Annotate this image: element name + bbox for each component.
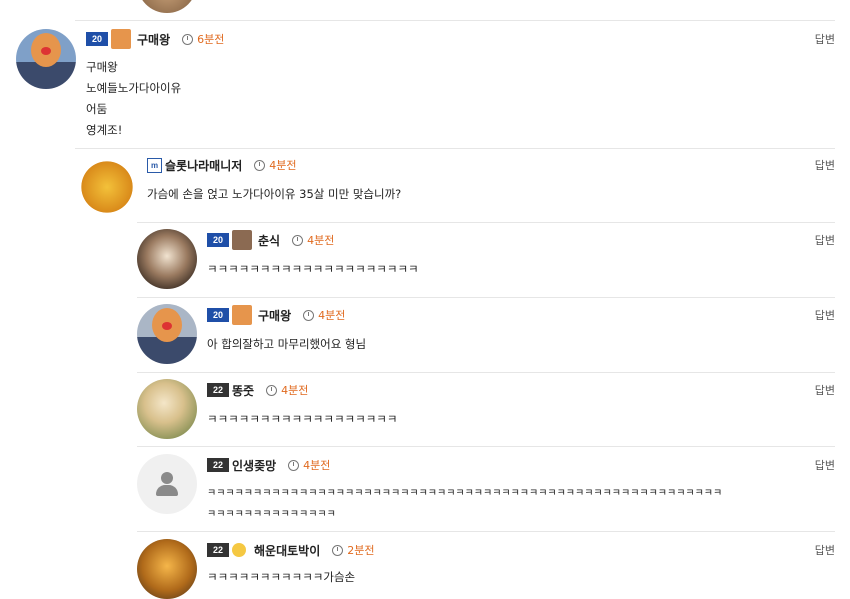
avatar[interactable] — [137, 539, 197, 599]
comment-line: ㅋㅋㅋㅋㅋㅋㅋㅋㅋㅋㅋㅋㅋㅋ — [207, 509, 336, 520]
divider — [137, 531, 835, 532]
clock-icon — [182, 33, 194, 45]
reply-button[interactable]: 답변 — [815, 307, 835, 323]
comment-line: ㅋㅋㅋㅋㅋㅋㅋㅋㅋㅋㅋㅋㅋㅋㅋㅋㅋㅋㅋㅋㅋㅋㅋㅋㅋㅋㅋㅋㅋㅋㅋㅋㅋㅋㅋㅋㅋㅋㅋㅋ… — [207, 488, 723, 499]
emoji-icon — [232, 543, 246, 557]
level-badge: 22 — [207, 543, 229, 557]
divider — [137, 297, 835, 298]
avatar[interactable] — [77, 157, 137, 217]
timestamp: 4분전 — [303, 459, 331, 472]
level-badge: 22 — [207, 458, 229, 472]
level-badge: 20 — [86, 32, 108, 46]
avatar[interactable] — [137, 304, 197, 364]
divider — [75, 20, 835, 21]
divider — [75, 148, 835, 149]
comment-body: 구매왕 노예들노가다아이유 어둠 영계조! — [86, 57, 181, 141]
reply-button[interactable]: 답변 — [815, 157, 835, 173]
clock-icon — [254, 159, 266, 171]
mini-avatar — [111, 29, 131, 49]
clock-icon — [332, 544, 344, 556]
timestamp: 2분전 — [347, 544, 375, 557]
divider — [137, 446, 835, 447]
reply-button[interactable]: 답변 — [815, 31, 835, 47]
comment-body: ㅋㅋㅋㅋㅋㅋㅋㅋㅋㅋㅋ가슴손 — [207, 567, 355, 588]
timestamp: 6분전 — [197, 33, 225, 46]
avatar[interactable] — [137, 379, 197, 439]
comment-meta: m 슬롯나라매니저 4분전 — [147, 156, 297, 174]
comment-meta: 20 춘식 4분전 — [207, 230, 335, 250]
level-badge: 20 — [207, 308, 229, 322]
comment-line: 아 합의잘하고 마무리했어요 형님 — [207, 337, 367, 351]
timestamp: 4분전 — [318, 309, 346, 322]
divider — [137, 222, 835, 223]
level-badge: 20 — [207, 233, 229, 247]
comment-body: ㅋㅋㅋㅋㅋㅋㅋㅋㅋㅋㅋㅋㅋㅋㅋㅋㅋㅋㅋㅋㅋㅋㅋㅋㅋㅋㅋㅋㅋㅋㅋㅋㅋㅋㅋㅋㅋㅋㅋㅋ… — [207, 483, 835, 525]
comment-line: ㅋㅋㅋㅋㅋㅋㅋㅋㅋㅋㅋㅋㅋㅋㅋㅋㅋㅋ — [207, 412, 398, 426]
comment-meta: 22 해운대토박이 2분전 — [207, 541, 375, 559]
comment-body: 아 합의잘하고 마무리했어요 형님 — [207, 334, 366, 355]
clock-icon — [303, 309, 315, 321]
nickname[interactable]: 해운대토박이 — [254, 542, 320, 559]
comment-line: 가슴에 손을 얹고 노가다아이유 35살 미만 맞습니까? — [147, 187, 402, 201]
comment-meta: 22 똥줏 4분전 — [207, 381, 308, 399]
manager-badge: m — [147, 157, 162, 173]
mini-avatar — [232, 305, 252, 325]
avatar[interactable] — [16, 29, 76, 89]
reply-button[interactable]: 답변 — [815, 382, 835, 398]
divider — [137, 372, 835, 373]
comment-line: 구매왕 — [86, 60, 118, 74]
comment-line: ㅋㅋㅋㅋㅋㅋㅋㅋㅋㅋㅋㅋㅋㅋㅋㅋㅋㅋㅋㅋ — [207, 262, 419, 276]
timestamp: 4분전 — [307, 234, 335, 247]
level-badge: 22 — [207, 383, 229, 397]
comment-meta: 20 구매왕 6분전 — [86, 29, 225, 49]
comment-body: 가슴에 손을 얹고 노가다아이유 35살 미만 맞습니까? — [147, 184, 401, 205]
comment-line: 어둠 — [86, 102, 108, 116]
reply-button[interactable]: 답변 — [815, 457, 835, 473]
nickname[interactable]: 슬롯나라매니저 — [165, 157, 242, 174]
comment-line: ㅋㅋㅋㅋㅋㅋㅋㅋㅋㅋㅋ가슴손 — [207, 570, 356, 584]
nickname[interactable]: 인생좆망 — [232, 457, 276, 474]
comment-body: ㅋㅋㅋㅋㅋㅋㅋㅋㅋㅋㅋㅋㅋㅋㅋㅋㅋㅋ — [207, 409, 397, 430]
clock-icon — [292, 234, 304, 246]
nickname[interactable]: 똥줏 — [232, 382, 254, 399]
timestamp: 4분전 — [269, 159, 297, 172]
reply-button[interactable]: 답변 — [815, 232, 835, 248]
mini-avatar — [232, 230, 252, 250]
nickname[interactable]: 춘식 — [258, 232, 280, 249]
reply-button[interactable]: 답변 — [815, 542, 835, 558]
avatar[interactable] — [137, 229, 197, 289]
comment-body: ㅋㅋㅋㅋㅋㅋㅋㅋㅋㅋㅋㅋㅋㅋㅋㅋㅋㅋㅋㅋ — [207, 259, 419, 280]
clock-icon — [266, 384, 278, 396]
avatar[interactable] — [137, 0, 197, 13]
user-silhouette-icon[interactable] — [137, 454, 197, 514]
comment-line: 영계조! — [86, 123, 123, 137]
comment-meta: 20 구매왕 4분전 — [207, 305, 346, 325]
comment-meta: 22 인생좆망 4분전 — [207, 456, 330, 474]
comment-line: 노예들노가다아이유 — [86, 81, 182, 95]
timestamp: 4분전 — [281, 384, 309, 397]
clock-icon — [288, 459, 300, 471]
nickname[interactable]: 구매왕 — [258, 307, 291, 324]
nickname[interactable]: 구매왕 — [137, 31, 170, 48]
